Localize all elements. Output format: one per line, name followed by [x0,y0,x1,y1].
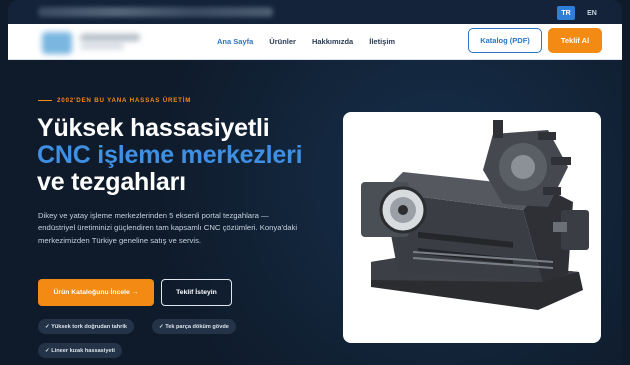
feature-chip: ✓ Lineer kızak hassasiyeti [38,343,122,358]
nav-link-about[interactable]: Hakkımızda [312,37,353,46]
headline-line-3: ve tezgahları [37,168,186,196]
nav-link-products[interactable]: Ürünler [269,37,296,46]
hero-eyebrow: 2002'DEN BU YANA HASSAS ÜRETİM [38,97,191,104]
eyebrow-text: 2002'DEN BU YANA HASSAS ÜRETİM [57,97,192,104]
feature-chip: ✓ Yüksek tork doğrudan tahrik [38,319,134,334]
nav-link-home[interactable]: Ana Sayfa [217,37,253,46]
headline-line-2: CNC işleme merkezleri [37,141,303,169]
eyebrow-line [38,100,52,101]
browse-catalog-button[interactable]: Ürün Kataloğunu İncele → [38,279,154,306]
hero-description: Dikey ve yatay işleme merkezlerinden 5 e… [38,211,298,245]
catalog-pdf-button[interactable]: Katalog (PDF) [468,28,542,53]
hero-section: 2002'DEN BU YANA HASSAS ÜRETİM Yüksek ha… [8,60,622,365]
nav-links: Ana Sayfa Ürünler Hakkımızda İletişim [217,37,411,46]
nav-link-contact[interactable]: İletişim [369,37,395,46]
top-bar: TR EN [8,0,622,24]
cnc-machine-illustration [361,120,589,310]
company-logo[interactable] [38,28,158,56]
language-tr-button[interactable]: TR [557,6,575,20]
browser-frame: TR EN Ana Sayfa Ürünler Hakkımızda İleti… [8,0,622,365]
main-navigation: Ana Sayfa Ürünler Hakkımızda İletişim Ka… [8,24,622,60]
feature-chip: ✓ Tek parça döküm gövde [152,319,236,334]
language-en-button[interactable]: EN [583,6,601,20]
get-quote-button[interactable]: Teklif Al [548,28,602,53]
headline-line-1: Yüksek hassasiyetli [37,114,270,142]
contact-info-blurred [38,7,273,17]
hero-headline: Yüksek hassasiyetli CNC işleme merkezler… [37,114,303,196]
cnc-machine-image [343,112,601,343]
request-quote-button[interactable]: Teklif İsteyin [161,279,232,306]
